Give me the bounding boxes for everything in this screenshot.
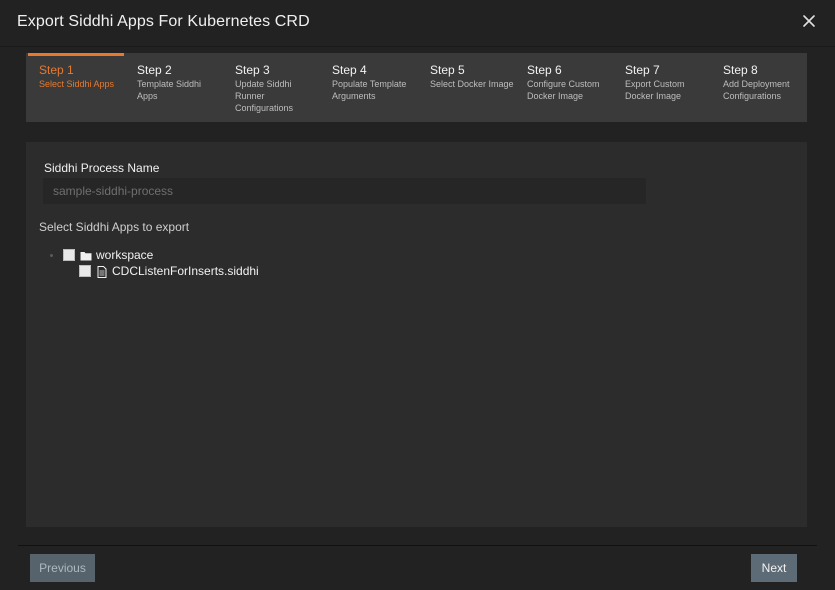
- step-number: Step 3: [235, 63, 270, 77]
- export-dialog: Export Siddhi Apps For Kubernetes CRD St…: [0, 0, 835, 590]
- file-name: CDCListenForInserts.siddhi: [112, 264, 259, 278]
- step-label: Configure Custom Docker Image: [527, 79, 600, 101]
- tree-expander-dot[interactable]: [50, 254, 53, 257]
- step-label: Add Deployment Configurations: [723, 79, 790, 101]
- step-number: Step 1: [39, 63, 74, 77]
- step-number: Step 6: [527, 63, 562, 77]
- step-4[interactable]: Step 4 Populate Template Arguments: [321, 53, 419, 122]
- step-number: Step 8: [723, 63, 758, 77]
- step-label: Select Siddhi Apps: [39, 79, 115, 89]
- select-apps-label: Select Siddhi Apps to export: [39, 220, 190, 234]
- folder-icon: [80, 249, 92, 261]
- previous-button[interactable]: Previous: [30, 554, 95, 582]
- process-name-label: Siddhi Process Name: [44, 161, 160, 175]
- stepper: Step 1 Select Siddhi Apps Step 2 Templat…: [26, 53, 807, 122]
- step-6[interactable]: Step 6 Configure Custom Docker Image: [516, 53, 614, 122]
- step-content-panel: Siddhi Process Name Select Siddhi Apps t…: [26, 142, 807, 527]
- workspace-checkbox[interactable]: [63, 249, 75, 261]
- step-5[interactable]: Step 5 Select Docker Image: [419, 53, 517, 122]
- step-label: Export Custom Docker Image: [625, 79, 685, 101]
- step-label: Update Siddhi Runner Configurations: [235, 79, 294, 113]
- footer-divider: [18, 545, 817, 546]
- step-7[interactable]: Step 7 Export Custom Docker Image: [614, 53, 712, 122]
- workspace-name: workspace: [96, 248, 154, 262]
- step-3[interactable]: Step 3 Update Siddhi Runner Configuratio…: [224, 53, 322, 122]
- step-2[interactable]: Step 2 Template Siddhi Apps: [126, 53, 224, 122]
- step-1[interactable]: Step 1 Select Siddhi Apps: [28, 53, 126, 122]
- step-8[interactable]: Step 8 Add Deployment Configurations: [712, 53, 810, 122]
- active-step-indicator: [28, 53, 124, 56]
- close-icon[interactable]: [800, 12, 818, 30]
- process-name-input[interactable]: [43, 178, 646, 204]
- dialog-title: Export Siddhi Apps For Kubernetes CRD: [17, 13, 310, 30]
- tree-node-file[interactable]: CDCListenForInserts.siddhi: [79, 263, 259, 279]
- file-icon: [96, 265, 108, 278]
- step-number: Step 4: [332, 63, 367, 77]
- step-label: Populate Template Arguments: [332, 79, 407, 101]
- next-button[interactable]: Next: [751, 554, 797, 582]
- step-number: Step 2: [137, 63, 172, 77]
- file-checkbox[interactable]: [79, 265, 91, 277]
- step-number: Step 7: [625, 63, 660, 77]
- tree-node-workspace[interactable]: workspace: [63, 247, 153, 263]
- dialog-header: Export Siddhi Apps For Kubernetes CRD: [0, 0, 835, 47]
- step-label: Template Siddhi Apps: [137, 79, 202, 101]
- step-label: Select Docker Image: [430, 79, 514, 89]
- step-number: Step 5: [430, 63, 465, 77]
